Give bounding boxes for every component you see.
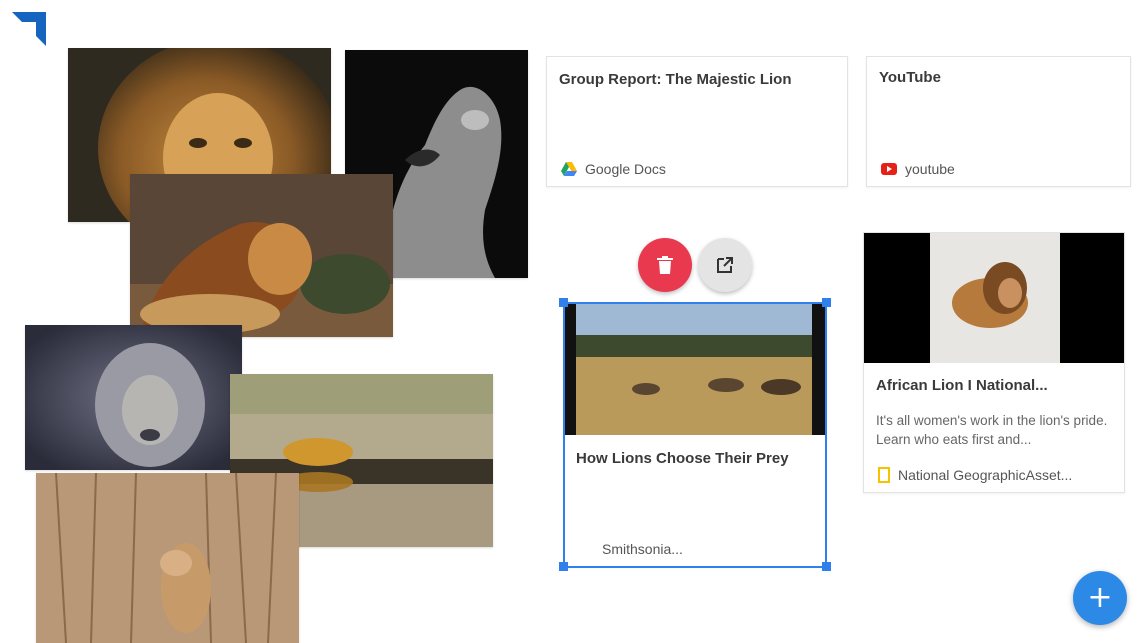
card-description: It's all women's work in the lion's prid… [876,413,1108,447]
link-card-african-lion[interactable]: African Lion I National... It's all wome… [863,232,1125,493]
plus-icon: + [1087,580,1113,615]
youtube-icon [881,163,897,175]
card-title: YouTube [879,69,941,86]
app-logo[interactable] [12,12,46,46]
photo-lion-portrait-dark[interactable] [25,325,242,470]
open-external-icon [717,257,733,273]
photo-lion-lying[interactable] [130,174,393,337]
resize-handle-bottom-left[interactable] [559,562,568,571]
logo-icon [12,12,46,46]
link-card-youtube[interactable]: YouTube youtube [866,56,1131,187]
selection-outline [563,302,827,568]
card-title: African Lion I National... [876,377,1048,394]
card-source-label: National GeographicAsset... [898,467,1073,483]
video-thumbnail [864,233,1124,363]
natgeo-icon [878,467,890,483]
trash-icon [657,256,673,274]
delete-button[interactable] [638,238,692,292]
resize-handle-bottom-right[interactable] [822,562,831,571]
open-link-button[interactable] [698,238,752,292]
photo-lion-in-grass[interactable] [36,473,299,643]
link-card-group-report[interactable]: Group Report: The Majestic Lion Google D… [546,56,848,187]
card-title: Group Report: The Majestic Lion [559,71,792,88]
resize-handle-top-right[interactable] [822,298,831,307]
card-source-label: youtube [905,161,955,177]
add-button[interactable]: + [1073,571,1127,625]
google-docs-icon [561,162,577,176]
card-source-label: Google Docs [585,161,666,177]
card-source: youtube [881,161,955,177]
card-source: National GeographicAsset... [878,467,1072,483]
resize-handle-top-left[interactable] [559,298,568,307]
card-source: Google Docs [561,161,666,177]
